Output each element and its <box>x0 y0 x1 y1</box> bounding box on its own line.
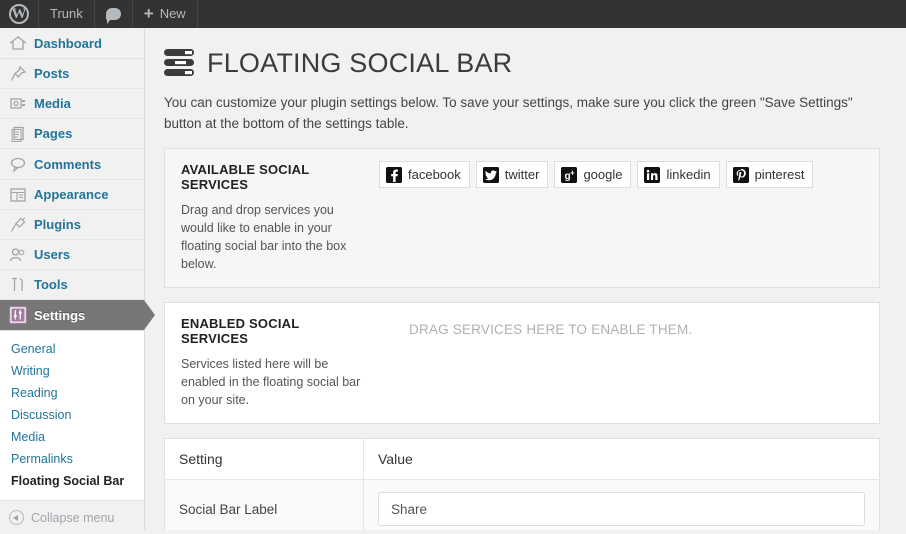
enabled-panel-title: ENABLED SOCIAL SERVICES <box>181 316 300 346</box>
sidebar-item-users[interactable]: Users <box>0 240 144 270</box>
submenu-item-media[interactable]: Media <box>11 426 144 448</box>
sidebar-item-appearance[interactable]: Appearance <box>0 180 144 210</box>
sidebar-item-label: Posts <box>34 66 70 81</box>
settings-sliders-icon <box>9 306 27 324</box>
enabled-services-dropzone[interactable]: DRAG SERVICES HERE TO ENABLE THEM. <box>379 303 879 423</box>
linkedin-icon <box>644 166 661 183</box>
enabled-panel-info: ENABLED SOCIAL SERVICES Services listed … <box>165 303 379 423</box>
column-header-setting: Setting <box>164 438 364 480</box>
sidebar-item-label: Pages <box>34 126 73 141</box>
available-services-list: facebook twitter g + google linkedin pin… <box>379 149 879 287</box>
appearance-icon <box>9 186 27 204</box>
available-panel-info: AVAILABLE SOCIAL SERVICES Drag and drop … <box>165 149 379 287</box>
wordpress-logo-icon: W <box>9 4 29 24</box>
twitter-bird-icon <box>482 166 499 183</box>
service-label: pinterest <box>754 167 805 182</box>
available-panel-description: Drag and drop services you would like to… <box>181 203 347 271</box>
page-title: FLOATING SOCIAL BAR <box>207 47 513 78</box>
enabled-panel-description: Services listed here will be enabled in … <box>181 357 361 407</box>
site-name-menu[interactable]: Trunk <box>39 0 95 28</box>
tools-icon <box>9 276 27 294</box>
column-header-value: Value <box>363 438 880 480</box>
settings-table-head: Setting Value <box>164 438 880 480</box>
facebook-icon <box>386 166 402 183</box>
submenu-item-general[interactable]: General <box>11 338 144 360</box>
sidebar-item-comments[interactable]: Comments <box>0 149 144 179</box>
service-label: linkedin <box>666 167 711 182</box>
sidebar-item-label: Users <box>34 247 71 262</box>
site-name-label: Trunk <box>50 6 83 21</box>
sidebar-item-dashboard[interactable]: Dashboard <box>0 28 144 58</box>
table-row: Social Bar Label <box>164 479 880 530</box>
dropzone-placeholder-text: DRAG SERVICES HERE TO ENABLE THEM. <box>409 322 693 337</box>
collapse-menu-label: Collapse menu <box>31 510 115 525</box>
settings-table: Setting Value Social Bar Label Show Bar … <box>164 438 880 530</box>
service-label: twitter <box>504 167 540 182</box>
main-content: FLOATING SOCIAL BAR You can customize yo… <box>146 28 906 530</box>
service-chip-pinterest[interactable]: pinterest <box>725 161 814 188</box>
sidebar-item-label: Comments <box>34 156 102 172</box>
page-header: FLOATING SOCIAL BAR <box>164 48 890 78</box>
pin-icon <box>9 65 27 83</box>
settings-submenu: General Writing Reading Discussion Media… <box>0 331 144 501</box>
available-panel-title: AVAILABLE SOCIAL SERVICES <box>181 162 310 192</box>
submenu-item-permalinks[interactable]: Permalinks <box>11 448 144 470</box>
users-icon <box>9 246 27 264</box>
media-camera-icon <box>9 95 27 113</box>
sidebar-group-content: Posts Media Pages Comments <box>0 59 144 180</box>
floating-social-bar-logo-icon <box>164 48 196 78</box>
table-header-row: Setting Value <box>164 438 880 480</box>
collapse-menu-button[interactable]: Collapse menu <box>0 501 144 534</box>
sidebar-group-admin: Appearance Plugins Users Tools Settings <box>0 180 155 331</box>
svg-text:+: + <box>570 168 575 177</box>
setting-label-social-bar-label: Social Bar Label <box>164 479 364 530</box>
available-social-services-panel: AVAILABLE SOCIAL SERVICES Drag and drop … <box>164 148 880 288</box>
service-chip-google[interactable]: g + google <box>554 161 632 188</box>
setting-value-social-bar-label <box>363 479 880 530</box>
social-bar-label-input[interactable] <box>378 492 865 526</box>
service-label: facebook <box>408 167 461 182</box>
sidebar-item-label: Media <box>34 96 71 111</box>
service-chip-facebook[interactable]: facebook <box>379 161 470 188</box>
sidebar-item-label: Tools <box>34 277 68 292</box>
service-chip-twitter[interactable]: twitter <box>475 161 549 188</box>
settings-table-body: Social Bar Label Show Bar On Single Post… <box>164 479 880 530</box>
sidebar-group-dashboard: Dashboard <box>0 28 144 59</box>
google-plus-icon: g + <box>561 166 578 183</box>
sidebar-item-settings[interactable]: Settings <box>0 300 155 330</box>
pages-icon <box>9 125 27 143</box>
service-chip-linkedin[interactable]: linkedin <box>637 161 720 188</box>
plug-icon <box>9 216 27 234</box>
sidebar-item-label: Dashboard <box>34 35 102 51</box>
sidebar-item-plugins[interactable]: Plugins <box>0 210 144 240</box>
comment-bubble-icon <box>105 8 121 24</box>
sidebar-item-tools[interactable]: Tools <box>0 270 144 300</box>
admin-sidebar: Dashboard Posts Media Pages Comments App… <box>0 28 155 530</box>
dashboard-home-icon <box>9 34 27 52</box>
sidebar-item-media[interactable]: Media <box>0 89 144 119</box>
new-label: New <box>159 6 186 21</box>
admin-bar: W Trunk + New <box>0 0 906 28</box>
submenu-item-discussion[interactable]: Discussion <box>11 404 144 426</box>
comment-icon <box>9 155 27 173</box>
submenu-item-reading[interactable]: Reading <box>11 382 144 404</box>
page-description: You can customize your plugin settings b… <box>164 95 853 131</box>
submenu-item-floating-social-bar[interactable]: Floating Social Bar <box>11 470 144 492</box>
wordpress-logo-button[interactable]: W <box>0 0 39 28</box>
enabled-social-services-panel: ENABLED SOCIAL SERVICES Services listed … <box>164 302 880 424</box>
new-content-button[interactable]: + New <box>133 0 198 28</box>
collapse-arrow-icon <box>9 510 24 525</box>
sidebar-item-pages[interactable]: Pages <box>0 119 144 149</box>
sidebar-item-label: Appearance <box>34 187 109 202</box>
comments-button[interactable] <box>95 0 133 28</box>
sidebar-item-label: Plugins <box>34 217 81 232</box>
service-label: google <box>583 167 623 182</box>
submenu-item-writing[interactable]: Writing <box>11 360 144 382</box>
sidebar-item-posts[interactable]: Posts <box>0 59 144 89</box>
plus-icon: + <box>143 3 154 23</box>
sidebar-item-label: Settings <box>34 307 86 323</box>
pinterest-icon <box>732 166 749 183</box>
